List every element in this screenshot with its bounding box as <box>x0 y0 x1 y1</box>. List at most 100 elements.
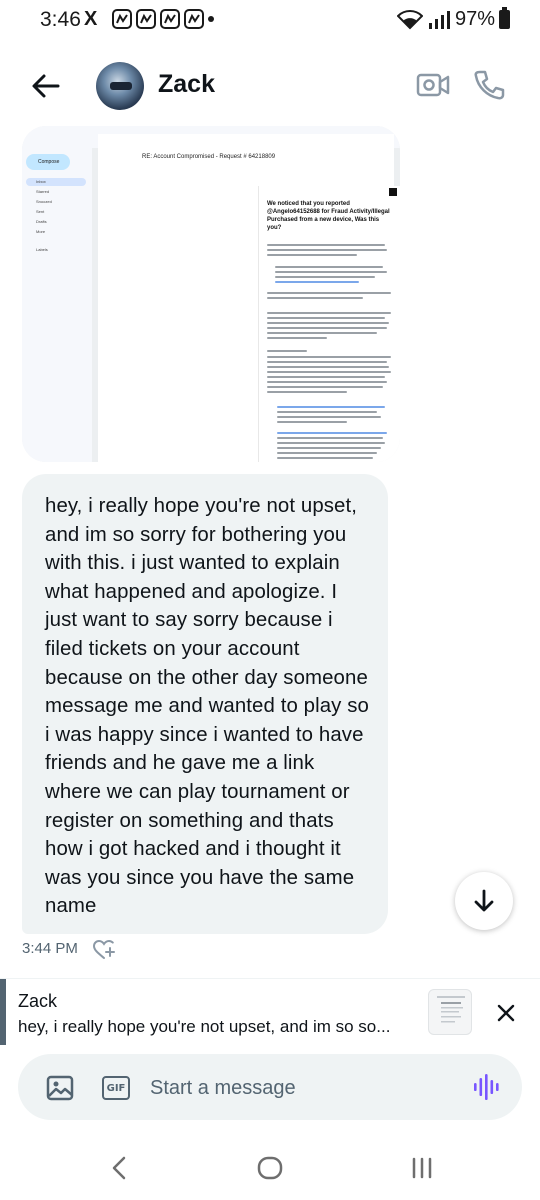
text-line <box>277 411 377 413</box>
text-line <box>277 442 385 444</box>
message-timestamp: 3:44 PM <box>22 940 78 957</box>
text-line <box>267 317 385 319</box>
add-reaction-button[interactable] <box>92 938 116 962</box>
labels-item: Labels <box>36 247 48 252</box>
voice-call-button[interactable] <box>472 68 506 102</box>
sent-item: Sent <box>36 209 45 214</box>
more-notifications-dot <box>208 16 214 22</box>
text-line <box>267 292 391 294</box>
text-line <box>277 457 373 459</box>
gif-button[interactable]: GIF <box>102 1076 130 1100</box>
text-line <box>267 297 363 299</box>
reply-author: Zack <box>18 991 58 1011</box>
status-time: 3:46 <box>40 8 81 31</box>
text-line <box>277 452 377 454</box>
snoozed-item: Snoozed <box>36 199 52 204</box>
text-line <box>267 249 387 251</box>
text-line <box>275 266 383 268</box>
text-line <box>267 254 357 256</box>
arrow-down-icon <box>474 889 494 912</box>
starred-item: Starred <box>36 189 50 194</box>
text-line <box>267 337 327 339</box>
image-icon <box>46 1075 74 1101</box>
wifi-icon <box>396 9 423 29</box>
text-line <box>267 356 391 358</box>
reply-thumbnail <box>428 989 472 1035</box>
text-line <box>275 276 375 278</box>
email-view: RE: Account Compromised - Request # 6421… <box>98 134 400 462</box>
video-call-button[interactable] <box>416 70 450 100</box>
text-line <box>267 350 307 352</box>
chevron-left-icon <box>112 1156 126 1180</box>
status-bar: 3:46 X 97% <box>0 0 540 40</box>
text-line <box>277 406 385 408</box>
system-home-button[interactable] <box>256 1154 284 1182</box>
notification-icon <box>112 9 132 29</box>
more-item: More <box>36 229 46 234</box>
battery-percent: 97% <box>454 8 495 30</box>
text-line <box>267 332 377 334</box>
text-line <box>267 361 387 363</box>
scroll-to-bottom-button[interactable] <box>455 872 513 930</box>
system-nav-bar <box>0 1136 540 1200</box>
reply-snippet: hey, i really hope you're not upset, and… <box>18 1017 391 1036</box>
phone-icon <box>474 70 505 100</box>
text-line <box>267 376 385 378</box>
contact-name[interactable]: Zack <box>158 70 215 99</box>
text-line <box>267 391 347 393</box>
received-message[interactable]: hey, i really hope you're not upset, and… <box>22 474 388 934</box>
notification-icon <box>184 9 204 29</box>
text-line <box>277 437 383 439</box>
cancel-reply-button[interactable] <box>494 1001 518 1025</box>
voice-waveform-icon <box>474 1074 499 1100</box>
arrow-left-icon <box>32 74 60 98</box>
text-line <box>277 432 387 434</box>
add-image-button[interactable] <box>46 1074 74 1102</box>
signal-icon <box>428 10 450 29</box>
system-back-button[interactable] <box>106 1154 134 1182</box>
email-sidebar: Compose Inbox Starred Snoozed Sent Draft… <box>22 148 92 462</box>
reply-preview: Zack hey, i really hope you're not upset… <box>0 978 540 1045</box>
back-button[interactable] <box>28 68 64 104</box>
text-line <box>275 271 387 273</box>
battery-icon <box>499 7 510 29</box>
text-line <box>267 244 385 246</box>
x-logo-icon: X <box>84 8 98 30</box>
email-body: We noticed that you reported @Angelo6415… <box>258 186 400 462</box>
text-line <box>267 327 387 329</box>
notification-icon <box>136 9 156 29</box>
email-subject: RE: Account Compromised - Request # 6421… <box>142 154 276 160</box>
text-line <box>267 386 383 388</box>
image-message[interactable]: Compose Inbox Starred Snoozed Sent Draft… <box>22 126 400 462</box>
notification-icon <box>160 9 180 29</box>
contact-avatar[interactable] <box>96 62 144 110</box>
text-line <box>267 366 389 368</box>
drafts-item: Drafts <box>36 219 47 224</box>
text-line <box>277 416 381 418</box>
inbox-item: Inbox <box>26 178 86 186</box>
text-line <box>267 381 387 383</box>
reply-accent-bar <box>0 979 6 1045</box>
text-line <box>275 281 359 283</box>
close-icon <box>389 188 397 196</box>
text-line <box>267 371 391 373</box>
text-line <box>277 421 347 423</box>
system-recents-button[interactable] <box>408 1154 436 1182</box>
message-text: hey, i really hope you're not upset, and… <box>45 495 369 918</box>
document-thumbnail-icon <box>437 996 465 1023</box>
conversation-header: Zack <box>0 50 540 122</box>
video-camera-icon <box>416 73 450 97</box>
text-line <box>267 312 391 314</box>
voice-message-button[interactable] <box>472 1072 502 1102</box>
message-composer: GIF <box>18 1054 522 1120</box>
status-right: 97% <box>396 7 510 31</box>
text-line <box>277 447 381 449</box>
recent-apps-icon <box>412 1157 432 1179</box>
home-icon <box>257 1156 283 1180</box>
message-input[interactable] <box>150 1074 450 1102</box>
heart-plus-icon <box>92 939 115 959</box>
text-line <box>267 322 389 324</box>
compose-button: Compose <box>26 154 70 170</box>
close-icon <box>497 1004 515 1022</box>
email-headline: We noticed that you reported @Angelo6415… <box>267 201 390 231</box>
